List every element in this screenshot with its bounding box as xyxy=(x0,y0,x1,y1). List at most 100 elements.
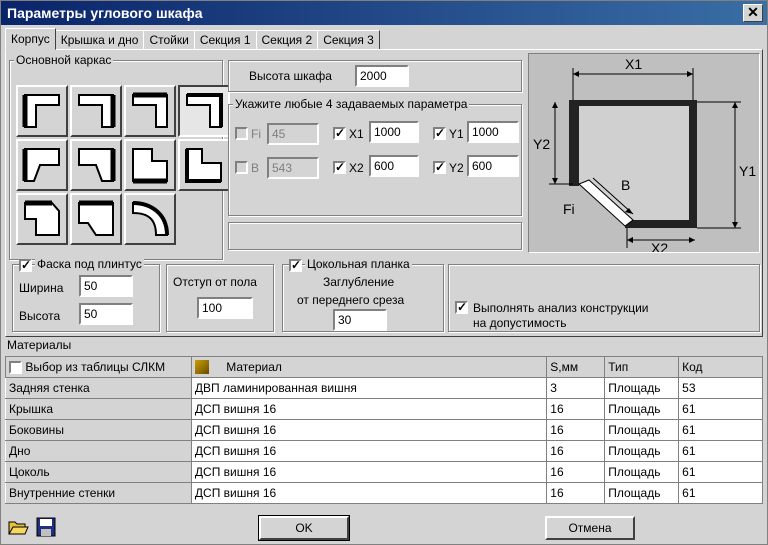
type-cell[interactable]: Площадь xyxy=(604,398,680,420)
table-row[interactable]: Дно ДСП вишня 16 16 Площадь 61 xyxy=(5,440,763,462)
x1-arrow-right xyxy=(687,71,693,77)
frame-shape-2[interactable] xyxy=(70,85,122,137)
b-input[interactable]: 543 xyxy=(267,157,319,179)
tab-section-3[interactable]: Секция 3 xyxy=(317,30,380,50)
analysis-label-1: Выполнять анализ конструкции xyxy=(473,301,649,315)
frame-shape-7[interactable] xyxy=(124,139,176,191)
code-cell[interactable]: 61 xyxy=(678,419,763,441)
code-cell[interactable]: 61 xyxy=(678,482,763,504)
materials-header-row: Выбор из таблицы СЛКМ Материал S,мм Тип … xyxy=(5,356,763,378)
diagram-fi-label: Fi xyxy=(563,201,575,217)
tab-posts[interactable]: Стойки xyxy=(143,30,195,50)
frame-shape-icon xyxy=(132,201,169,236)
x1-input[interactable]: 1000 xyxy=(369,121,419,143)
tab-body[interactable]: Корпус xyxy=(5,28,56,50)
code-cell[interactable]: 61 xyxy=(678,440,763,462)
s-cell[interactable]: 3 xyxy=(546,377,606,399)
y1-arrow-bottom xyxy=(732,222,738,228)
frame-shape-icon xyxy=(185,148,222,183)
code-cell[interactable]: 61 xyxy=(678,398,763,420)
x1-checkbox[interactable] xyxy=(333,126,346,140)
plinth-group: Цокольная планка Заглубление от переднег… xyxy=(282,257,444,332)
select-from-table-label: Выбор из таблицы СЛКМ xyxy=(25,359,166,374)
fi-checkbox[interactable] xyxy=(235,127,248,140)
plinth-checkbox[interactable] xyxy=(289,258,302,272)
type-cell[interactable]: Площадь xyxy=(604,461,680,483)
open-folder-button[interactable] xyxy=(7,516,29,538)
save-button[interactable] xyxy=(35,516,57,538)
frame-shape-8[interactable] xyxy=(178,139,230,191)
material-cell[interactable]: ДСП вишня 16 xyxy=(190,482,548,504)
s-cell[interactable]: 16 xyxy=(546,461,606,483)
diagram-x2-label: X2 xyxy=(651,240,668,252)
frame-shape-4[interactable] xyxy=(178,85,230,137)
table-row[interactable]: Крышка ДСП вишня 16 16 Площадь 61 xyxy=(5,398,763,420)
frame-shape-5[interactable] xyxy=(16,139,68,191)
tab-panel-body: Основной каркас Высота шкафа 2000 Укажит… xyxy=(5,49,763,337)
frame-shape-6[interactable] xyxy=(70,139,122,191)
material-cell[interactable]: ДВП ламинированная вишня xyxy=(190,377,548,399)
select-from-table-checkbox[interactable] xyxy=(9,361,22,375)
analysis-checkbox[interactable] xyxy=(455,300,468,314)
material-cell[interactable]: ДСП вишня 16 xyxy=(190,440,548,462)
material-cell[interactable]: ДСП вишня 16 xyxy=(190,419,548,441)
material-cell[interactable]: ДСП вишня 16 xyxy=(190,461,548,483)
chamfer-width-input[interactable]: 50 xyxy=(79,275,133,297)
tab-section-1[interactable]: Секция 1 xyxy=(193,30,257,50)
floor-offset-input[interactable]: 100 xyxy=(197,297,253,319)
fi-input[interactable]: 45 xyxy=(267,123,319,145)
y2-arrow-top xyxy=(552,102,558,108)
diagram-y1-label: Y1 xyxy=(739,163,756,179)
type-cell[interactable]: Площадь xyxy=(604,419,680,441)
plinth-depth-input[interactable]: 30 xyxy=(333,309,387,331)
x2-checkbox[interactable] xyxy=(333,160,346,174)
x2-input[interactable]: 600 xyxy=(369,155,419,177)
frame-shape-11[interactable] xyxy=(124,193,176,245)
material-cell[interactable]: ДСП вишня 16 xyxy=(190,398,548,420)
material-library-icon[interactable] xyxy=(194,360,209,375)
frame-shape-9[interactable] xyxy=(16,193,68,245)
s-cell[interactable]: 16 xyxy=(546,398,606,420)
code-cell[interactable]: 61 xyxy=(678,461,763,483)
ok-button[interactable]: OK xyxy=(258,515,350,541)
frame-shape-grid xyxy=(16,85,230,245)
frame-shape-icon xyxy=(78,94,116,128)
cabinet-height-input[interactable]: 2000 xyxy=(355,65,409,87)
height-label: Высота шкафа xyxy=(249,69,332,83)
cabinet-diagram: B Fi X1 Y2 Y1 X2 xyxy=(528,53,760,256)
x2-arrow-right xyxy=(689,237,695,243)
table-row[interactable]: Цоколь ДСП вишня 16 16 Площадь 61 xyxy=(5,461,763,483)
type-cell[interactable]: Площадь xyxy=(604,440,680,462)
type-cell[interactable]: Площадь xyxy=(604,377,680,399)
chamfer-checkbox[interactable] xyxy=(19,258,32,272)
table-row[interactable]: Боковины ДСП вишня 16 16 Площадь 61 xyxy=(5,419,763,441)
y1-checkbox[interactable] xyxy=(433,126,446,140)
x2-label: X2 xyxy=(349,161,364,175)
y2-arrow-bottom xyxy=(552,178,558,184)
b-checkbox[interactable] xyxy=(235,161,248,174)
cancel-button[interactable]: Отмена xyxy=(545,516,635,540)
y2-checkbox[interactable] xyxy=(433,160,446,174)
y1-input[interactable]: 1000 xyxy=(467,121,519,143)
y2-input[interactable]: 600 xyxy=(467,155,519,177)
frame-shape-3[interactable] xyxy=(124,85,176,137)
cabinet-shape xyxy=(572,101,696,227)
materials-table: Выбор из таблицы СЛКМ Материал S,мм Тип … xyxy=(5,356,763,504)
part-cell: Крышка xyxy=(5,398,192,420)
table-row[interactable]: Задняя стенка ДВП ламинированная вишня 3… xyxy=(5,377,763,399)
s-cell[interactable]: 16 xyxy=(546,440,606,462)
s-cell[interactable]: 16 xyxy=(546,419,606,441)
code-cell[interactable]: 53 xyxy=(678,377,763,399)
tab-top-bottom[interactable]: Крышка и дно xyxy=(54,30,145,50)
table-row[interactable]: Внутренние стенки ДСП вишня 16 16 Площад… xyxy=(5,482,763,504)
chamfer-height-input[interactable]: 50 xyxy=(79,303,133,325)
tab-section-2[interactable]: Секция 2 xyxy=(255,30,319,50)
type-cell[interactable]: Площадь xyxy=(604,482,680,504)
frame-shape-1[interactable] xyxy=(16,85,68,137)
s-cell[interactable]: 16 xyxy=(546,482,606,504)
type-column-header: Тип xyxy=(604,356,680,378)
window-title: Параметры углового шкафа xyxy=(7,5,203,21)
frame-shape-10[interactable] xyxy=(70,193,122,245)
close-button[interactable]: ✕ xyxy=(743,4,763,22)
open-folder-icon xyxy=(8,521,29,535)
